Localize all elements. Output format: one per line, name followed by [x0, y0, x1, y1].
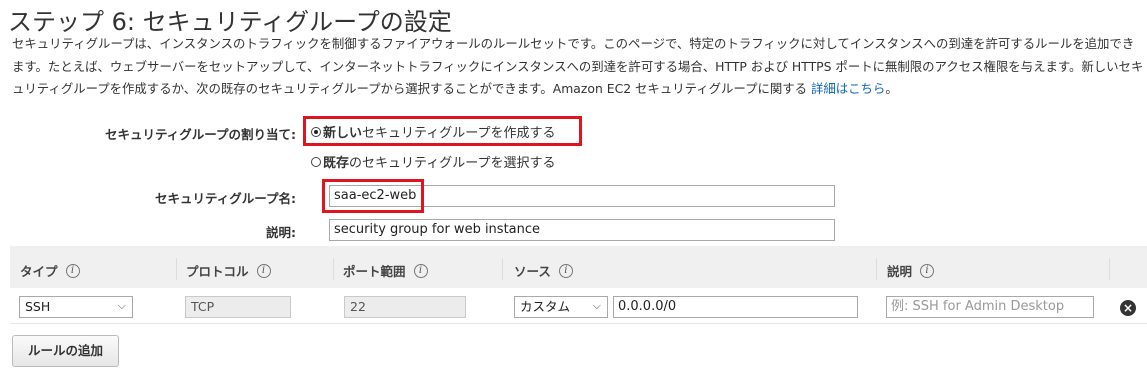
header-port: ポート範囲 i [343, 261, 428, 280]
type-select-value: SSH [25, 299, 51, 314]
rule-description-input[interactable]: 例: SSH for Admin Desktop [886, 296, 1094, 318]
source-select-value: カスタム [520, 299, 571, 314]
chevron-down-icon: ⌵ [592, 299, 601, 312]
header-divider [176, 258, 177, 280]
radio-existing-label: のセキュリティグループを選択する [349, 156, 556, 171]
header-divider [1109, 258, 1110, 280]
chevron-down-icon: ⌵ [117, 299, 126, 312]
type-select[interactable]: SSH ⌵ [19, 296, 133, 318]
info-icon[interactable]: i [65, 263, 80, 278]
header-type: タイプ i [20, 261, 80, 280]
group-name-label: セキュリティグループ名: [155, 191, 296, 206]
header-divider [333, 258, 334, 280]
radio-existing-icon[interactable] [311, 156, 321, 167]
page-title: ステップ 6: セキュリティグループの設定 [8, 8, 452, 36]
close-circle-icon[interactable]: × [1120, 300, 1136, 316]
port-field: 22 [344, 296, 466, 318]
header-description: 説明 i [887, 261, 935, 280]
header-type-label: タイプ [20, 264, 58, 279]
radio-existing-label-bold: 既存 [323, 156, 350, 171]
description-end: 。 [885, 81, 898, 96]
info-icon[interactable]: i [558, 263, 573, 278]
assign-label: セキュリティグループの割り当て: [105, 127, 296, 142]
row-divider [10, 323, 1147, 324]
header-port-label: ポート範囲 [343, 264, 406, 279]
source-cidr-input[interactable]: 0.0.0.0/0 [613, 296, 858, 318]
header-protocol: プロトコル i [186, 261, 271, 280]
header-protocol-label: プロトコル [186, 264, 249, 279]
header-source: ソース i [514, 261, 573, 280]
header-description-label: 説明 [887, 264, 913, 279]
rules-table-header [10, 246, 1147, 288]
header-divider [502, 258, 503, 280]
protocol-field: TCP [185, 296, 291, 318]
group-desc-input[interactable]: security group for web instance [329, 219, 835, 241]
source-select[interactable]: カスタム ⌵ [514, 296, 608, 318]
info-icon[interactable]: i [413, 263, 428, 278]
radio-existing-group[interactable]: 既存 のセキュリティグループを選択する [311, 152, 555, 171]
info-icon[interactable]: i [920, 263, 935, 278]
description-text: セキュリティグループは、インスタンスのトラフィックを制御するファイアウォールのル… [12, 36, 1144, 96]
add-rule-button[interactable]: ルールの追加 [12, 335, 119, 367]
highlight-new-group [303, 116, 582, 146]
header-divider [876, 258, 877, 280]
page-description: セキュリティグループは、インスタンスのトラフィックを制御するファイアウォールのル… [12, 33, 1144, 101]
info-icon[interactable]: i [256, 263, 271, 278]
group-desc-label: 説明: [266, 225, 296, 240]
learn-more-link[interactable]: 詳細はこちら [811, 81, 885, 96]
highlight-group-name [322, 179, 424, 213]
header-source-label: ソース [514, 264, 551, 279]
